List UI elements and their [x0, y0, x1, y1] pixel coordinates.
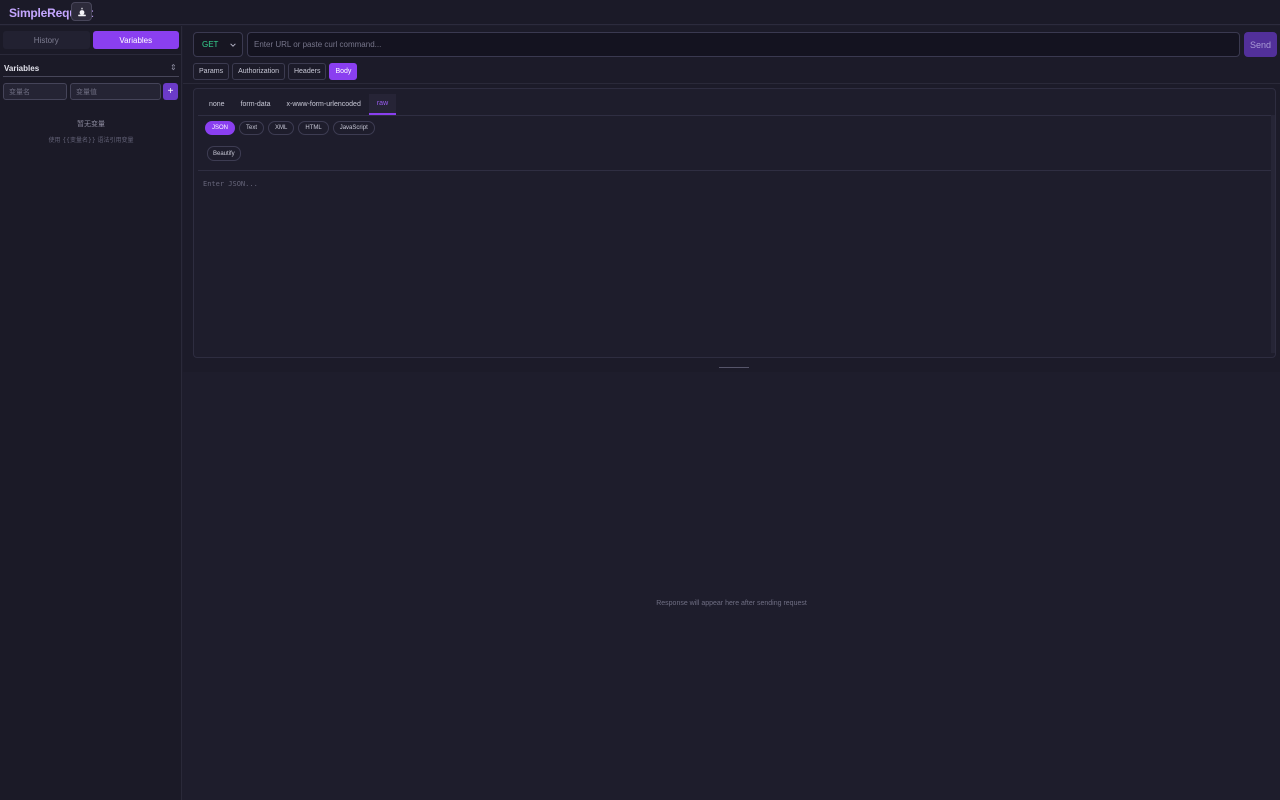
variable-value-input[interactable] [70, 83, 161, 100]
body-panel: none form-data x-www-form-urlencoded raw… [193, 88, 1276, 358]
tab-headers[interactable]: Headers [287, 63, 327, 80]
tab-history[interactable]: History [3, 31, 90, 49]
resize-handle[interactable] [719, 367, 749, 368]
request-panel: GET Send Params Authorization Headers Bo… [183, 26, 1280, 365]
method-value: GET [202, 40, 219, 49]
sidebar-divider [0, 54, 181, 55]
body-editor[interactable] [198, 171, 1271, 352]
body-type-none[interactable]: none [201, 94, 233, 115]
response-panel: Response will appear here after sending … [183, 372, 1280, 800]
raw-format-xml[interactable]: XML [268, 121, 295, 135]
response-empty-text: Response will appear here after sending … [656, 600, 807, 607]
theme-toggle-button[interactable] [71, 2, 92, 21]
raw-format-selector: JSON Text XML HTML JavaScript [205, 121, 375, 135]
request-tabs-divider [183, 83, 1280, 84]
tab-body[interactable]: Body [329, 63, 358, 80]
sidebar-tabs: History Variables [3, 31, 179, 49]
add-variable-button[interactable]: + [163, 83, 178, 100]
chevron-down-icon [230, 43, 236, 47]
raw-format-json[interactable]: JSON [205, 121, 236, 135]
body-type-tabs: none form-data x-www-form-urlencoded raw [201, 94, 397, 115]
body-type-urlencoded[interactable]: x-www-form-urlencoded [279, 94, 369, 115]
tab-variables[interactable]: Variables [92, 31, 179, 49]
tab-authorization[interactable]: Authorization [232, 63, 285, 80]
sun-icon [77, 7, 86, 16]
variables-title: Variables [4, 64, 40, 73]
sidebar: History Variables Variables ⇕ + 暂无变量 使用 … [0, 26, 182, 800]
panel-resize-bar[interactable] [183, 365, 1280, 372]
body-type-raw[interactable]: raw [368, 94, 397, 115]
variable-name-input[interactable] [3, 83, 67, 100]
body-tabs-divider [198, 115, 1271, 116]
tab-params[interactable]: Params [193, 63, 230, 80]
variables-empty-title: 暂无变量 [77, 120, 105, 128]
raw-format-text[interactable]: Text [239, 121, 265, 135]
variables-divider [3, 76, 179, 77]
url-input[interactable] [247, 32, 1240, 57]
variables-empty-hint: 使用 {{变量名}} 语法引用变量 [48, 137, 134, 144]
body-type-form-data[interactable]: form-data [233, 94, 279, 115]
raw-format-javascript[interactable]: JavaScript [332, 121, 375, 135]
raw-format-html[interactable]: HTML [298, 121, 329, 135]
method-select[interactable]: GET [193, 32, 243, 57]
request-tabs: Params Authorization Headers Body [193, 63, 358, 80]
expand-collapse-icon[interactable]: ⇕ [170, 63, 177, 72]
beautify-button[interactable]: Beautify [207, 146, 241, 161]
editor-scrollbar[interactable] [1271, 115, 1275, 353]
top-bar: SimpleRequest [0, 0, 1280, 25]
send-button[interactable]: Send [1244, 32, 1277, 57]
